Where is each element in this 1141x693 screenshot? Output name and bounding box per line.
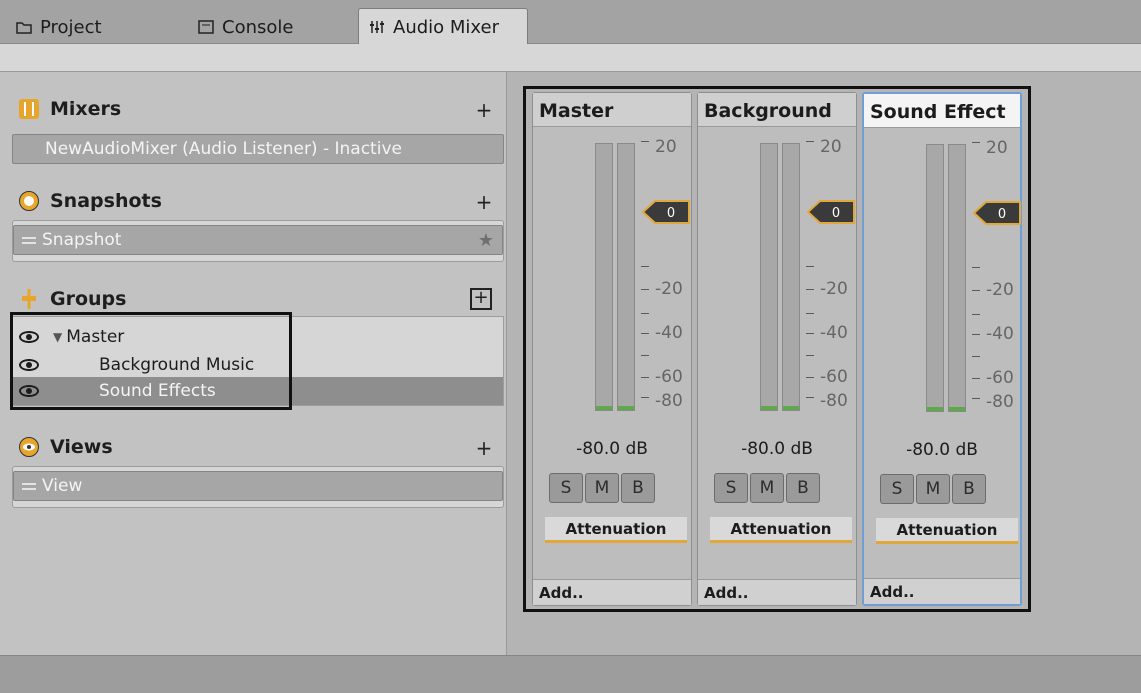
level-meter-left [595,143,613,411]
mixer-strip-background[interactable]: Background 20 -20 -40 -60 -80 0 -80.0 dB… [697,92,857,606]
attenuation-marker[interactable]: 0 [972,200,1022,226]
mixer-strip-sound-effect[interactable]: Sound Effect 20 -20 -40 -60 -80 0 -80.0 … [862,92,1022,606]
mixers-icon [19,99,39,119]
effect-attenuation[interactable]: Attenuation [545,517,687,543]
folder-icon [16,22,32,34]
solo-button[interactable]: S [880,474,914,504]
add-effect-button[interactable]: Add.. [698,579,856,605]
groups-highlight-frame [10,312,292,410]
scale-label: -80 [655,391,683,411]
mixer-item[interactable]: NewAudioMixer (Audio Listener) - Inactiv… [12,134,504,164]
scale-label: 20 [820,137,842,157]
snapshot-item-label: Snapshot [42,230,122,250]
level-meter-right [782,143,800,411]
view-item[interactable]: View [13,471,503,501]
strip-buttons: S M B [714,473,820,503]
tab-audio-mixer[interactable]: Audio Mixer [358,8,528,45]
console-icon [198,20,214,34]
attenuation-value: 0 [667,206,675,221]
scale-label: -20 [655,279,683,299]
views-icon [19,437,39,457]
snapshots-icon [19,191,39,211]
add-mixer-button[interactable]: + [474,98,494,122]
strip-buttons: S M B [549,473,655,503]
tab-project[interactable]: Project [6,10,112,44]
bypass-button[interactable]: B [786,473,820,503]
attenuation-marker[interactable]: 0 [806,199,856,225]
drag-handle-icon[interactable] [22,482,36,490]
level-readout: -80.0 dB [741,439,813,459]
scale-label: -40 [820,323,848,343]
level-meter-left [760,143,778,411]
tab-console[interactable]: Console [188,10,303,44]
tab-project-label: Project [40,16,102,38]
level-readout: -80.0 dB [906,440,978,460]
strip-title: Sound Effect [864,94,1020,128]
db-scale: 20 -20 -40 -60 -80 [641,137,693,421]
views-list: View [12,466,504,508]
scale-label: -60 [986,368,1014,388]
mixer-toolbar [0,44,1141,72]
effect-attenuation[interactable]: Attenuation [710,517,852,543]
star-icon[interactable]: ★ [478,230,494,251]
snapshot-item[interactable]: Snapshot ★ [13,225,503,255]
snapshots-title: Snapshots [50,190,162,212]
mixers-header: Mixers [18,94,121,124]
attenuation-value: 0 [998,207,1006,222]
db-scale: 20 -20 -40 -60 -80 [806,137,858,421]
scale-label: -20 [986,280,1014,300]
mute-button[interactable]: M [750,473,784,503]
mute-button[interactable]: M [916,474,950,504]
scale-label: -20 [820,279,848,299]
level-meter-right [948,144,966,412]
groups-title: Groups [50,288,127,310]
mixer-icon [370,21,384,33]
scale-label: -80 [820,391,848,411]
status-bar [0,655,1141,693]
add-group-button[interactable]: + [470,288,492,310]
strip-buttons: S M B [880,474,986,504]
tab-audio-mixer-label: Audio Mixer [393,16,499,38]
effect-attenuation[interactable]: Attenuation [876,518,1018,544]
view-item-label: View [42,476,83,496]
mixers-title: Mixers [50,98,122,120]
mute-button[interactable]: M [585,473,619,503]
scale-label: 20 [986,138,1008,158]
mixer-sidebar: Mixers + NewAudioMixer (Audio Listener) … [8,80,506,655]
snapshots-header: Snapshots [18,186,162,216]
level-meter-right [617,143,635,411]
attenuation-value: 0 [832,206,840,221]
drag-handle-icon[interactable] [22,236,36,244]
level-readout: -80.0 dB [576,439,648,459]
add-effect-button[interactable]: Add.. [864,578,1020,604]
scale-label: -60 [655,367,683,387]
solo-button[interactable]: S [714,473,748,503]
attenuation-marker[interactable]: 0 [641,199,691,225]
scale-label: 20 [655,137,677,157]
scale-label: -40 [655,323,683,343]
strip-title: Background [698,93,856,127]
views-title: Views [50,436,113,458]
strip-title: Master [533,93,691,127]
mixer-item-label: NewAudioMixer (Audio Listener) - Inactiv… [45,139,402,159]
bypass-button[interactable]: B [952,474,986,504]
snapshots-list: Snapshot ★ [12,220,504,262]
add-effect-button[interactable]: Add.. [533,579,691,605]
add-view-button[interactable]: + [474,436,494,460]
level-meter-left [926,144,944,412]
scale-label: -60 [820,367,848,387]
add-snapshot-button[interactable]: + [474,190,494,214]
db-scale: 20 -20 -40 -60 -80 [972,138,1024,422]
views-header: Views [18,432,113,462]
scale-label: -40 [986,324,1014,344]
editor-tab-bar: Project Console Audio Mixer [0,0,1141,45]
tab-console-label: Console [222,16,294,38]
solo-button[interactable]: S [549,473,583,503]
groups-icon [22,289,36,309]
groups-header: Groups [18,284,126,314]
mixer-strip-master[interactable]: Master 20 -20 -40 -60 -80 0 -80.0 dB S M… [532,92,692,606]
scale-label: -80 [986,392,1014,412]
bypass-button[interactable]: B [621,473,655,503]
